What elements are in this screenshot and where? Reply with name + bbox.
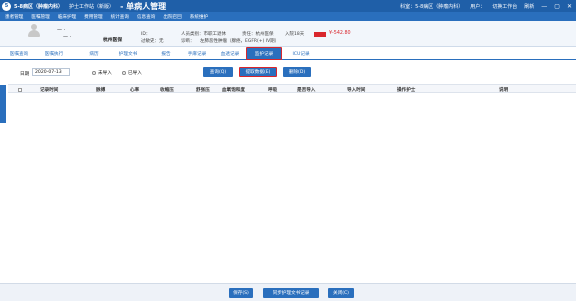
tab-anesthesia[interactable]: 手麻记录 xyxy=(183,49,211,59)
col-spo2: 血氧饱和度 xyxy=(222,88,245,93)
patient-bed: — · xyxy=(63,34,72,40)
query-button[interactable]: 查询(Q) xyxy=(203,67,233,77)
radio-imported[interactable]: 已导入 xyxy=(122,70,142,76)
switch-workbench-button[interactable]: 切换工作台 xyxy=(492,3,517,10)
allergy-history: 过敏史：无 xyxy=(141,39,164,44)
current-user: 用户： xyxy=(470,3,486,10)
radio-unimported-dot[interactable] xyxy=(92,71,96,75)
tab-dialysis[interactable]: 血透记录 xyxy=(215,49,245,59)
save-button[interactable]: 保存(S) xyxy=(229,288,253,298)
patient-balance: ¥-542.80 xyxy=(329,31,351,36)
refresh-button[interactable]: 刷新 xyxy=(524,3,534,10)
app-logo-icon: 5 xyxy=(2,1,11,11)
close-icon[interactable]: ✕ xyxy=(567,3,572,10)
tab-nursing-docs[interactable]: 护理文书 xyxy=(112,49,144,59)
avatar xyxy=(27,24,41,38)
tab-medical-record[interactable]: 病历 xyxy=(83,49,105,59)
title-bar-right: 科室：5-8病区（肿瘤内科） 用户： 切换工作台 刷新 — ▢ ✕ xyxy=(400,0,572,12)
col-imported: 是否导入 xyxy=(297,88,316,93)
module-name: - 单病人管理 xyxy=(120,1,167,11)
col-description: 说明 xyxy=(499,88,509,93)
footer-bar: 保存(S) 同步护理文书记录 关闭(C) xyxy=(0,283,576,301)
menu-system-maintenance[interactable]: 系统维护 xyxy=(190,14,208,20)
toolbar: 日期 2020-07-13 未导入 已导入 查询(Q) 提取数据(E) 删除(D… xyxy=(0,61,576,83)
patient-insurance: 责任：杭州医保 xyxy=(242,32,274,37)
arrears-flag xyxy=(314,32,326,37)
diagnosis-text: 左肺恶性肿瘤（腺癌，EGFR(+) IV期） xyxy=(200,39,280,44)
admission-days: 入院18天 xyxy=(285,32,305,37)
menu-patient-management[interactable]: 患者管理 xyxy=(5,14,23,20)
col-pulse: 脉搏 xyxy=(96,88,106,93)
sync-nursing-docs-button[interactable]: 同步护理文书记录 xyxy=(263,288,319,298)
tab-reports[interactable]: 报告 xyxy=(156,49,176,59)
delete-button[interactable]: 删除(D) xyxy=(283,67,311,77)
close-button[interactable]: 关闭(C) xyxy=(328,288,354,298)
record-tabs: 医嘱查询 医嘱执行 病历 护理文书 报告 手麻记录 血透记录 监护记录 ICU记… xyxy=(0,47,576,60)
menu-statistics[interactable]: 统计查询 xyxy=(111,14,129,20)
patient-name: — · xyxy=(57,27,66,33)
col-record-time: 记录时间 xyxy=(40,88,59,93)
menu-discharge-recall[interactable]: 出院召回 xyxy=(163,14,181,20)
diagnosis-label: 诊断： xyxy=(181,39,195,44)
menu-clinical-nursing[interactable]: 临床护理 xyxy=(58,14,76,20)
col-respiration: 呼吸 xyxy=(268,88,278,93)
radio-unimported-label: 未导入 xyxy=(98,71,112,76)
menu-info-query[interactable]: 信息查询 xyxy=(137,14,155,20)
radio-imported-dot[interactable] xyxy=(122,71,126,75)
patient-category: 人员类别：市职工退休 xyxy=(181,32,226,37)
col-diastolic: 舒张压 xyxy=(196,88,210,93)
col-heart-rate: 心率 xyxy=(130,88,140,93)
menu-bar: 患者管理 医嘱管理 临床护理 费用管理 统计查询 信息查询 出院召回 系统维护 xyxy=(0,12,576,21)
ward-name: 5-8病区（肿瘤内科） xyxy=(14,3,64,10)
tab-order-execute[interactable]: 医嘱执行 xyxy=(38,49,70,59)
tab-order-query[interactable]: 医嘱查询 xyxy=(2,49,36,59)
date-label: 日期 xyxy=(20,72,30,77)
current-dept: 科室：5-8病区（肿瘤内科） xyxy=(400,3,464,10)
menu-fee-management[interactable]: 费用管理 xyxy=(84,14,102,20)
radio-unimported[interactable]: 未导入 xyxy=(92,70,112,76)
patient-info-strip: — · — · 杭州医保 ID： 人员类别：市职工退休 责任：杭州医保 入院18… xyxy=(0,21,576,47)
col-nurse: 操作护士 xyxy=(397,88,416,93)
app-name: 护士工作站（新版） xyxy=(69,3,115,10)
minimize-icon[interactable]: — xyxy=(541,3,547,10)
tab-monitoring[interactable]: 监护记录 xyxy=(246,47,282,60)
patient-id: ID： xyxy=(141,32,151,37)
date-field[interactable]: 2020-07-13 xyxy=(32,68,70,76)
tab-icu[interactable]: ICU记录 xyxy=(287,49,315,59)
fetch-data-button[interactable]: 提取数据(E) xyxy=(239,67,277,77)
side-collapse-tab[interactable] xyxy=(0,85,6,123)
table-header: 记录时间 脉搏 心率 收缩压 舒张压 血氧饱和度 呼吸 是否导入 导入时间 操作… xyxy=(8,84,576,93)
radio-imported-label: 已导入 xyxy=(128,71,142,76)
maximize-icon[interactable]: ▢ xyxy=(554,3,560,10)
col-systolic: 收缩压 xyxy=(160,88,174,93)
col-import-time: 导入时间 xyxy=(347,88,366,93)
title-bar: 5 5-8病区（肿瘤内科） 护士工作站（新版） - 单病人管理 科室：5-8病区… xyxy=(0,0,576,12)
insurance-type: 杭州医保 xyxy=(103,38,123,43)
menu-order-management[interactable]: 医嘱管理 xyxy=(31,14,49,20)
select-all-checkbox[interactable] xyxy=(18,88,22,92)
